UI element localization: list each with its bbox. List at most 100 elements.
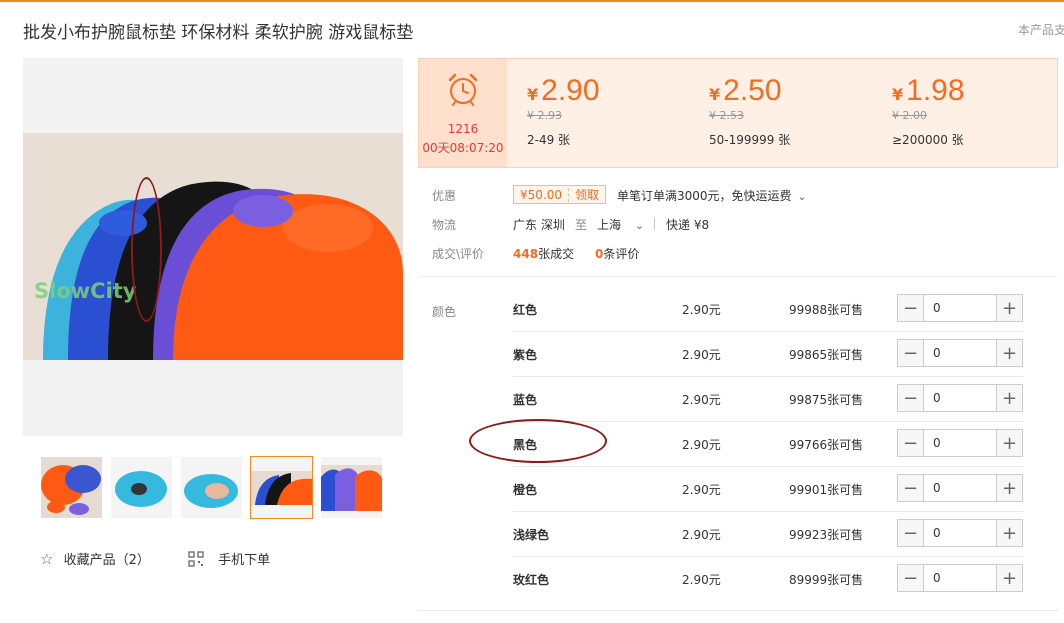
sku-stock: 99988张可售 [789, 303, 864, 317]
quantity-input[interactable] [925, 475, 995, 501]
sku-color-name: 蓝色 [513, 393, 538, 407]
coupon-badge[interactable]: ¥50.00 领取 [513, 185, 607, 204]
bottom-divider [418, 610, 1058, 611]
price-tier-1-quantity: 2-49 张 [527, 133, 571, 147]
price-tier-3: ¥1.98 ¥ 2.00 ≥200000 张 [892, 74, 1062, 148]
sku-price: 2.90元 [682, 393, 721, 407]
increment-button[interactable]: + [996, 430, 1022, 456]
sku-stock: 99766张可售 [789, 438, 864, 452]
sku-color-name: 红色 [513, 303, 538, 317]
quantity-stepper: − + [897, 474, 1023, 502]
price-tier-2-currency: ¥ [709, 85, 721, 104]
deals-label: 成交\评价 [432, 247, 485, 261]
decrement-button[interactable]: − [898, 295, 924, 321]
sku-color-name: 橙色 [513, 483, 538, 497]
sku-row-orange: 橙色 2.90元 99901张可售 − + [513, 467, 1023, 512]
sku-price: 2.90元 [682, 528, 721, 542]
sku-color-name: 紫色 [513, 348, 538, 362]
mobile-order-button[interactable]: 手机下单 [188, 549, 270, 571]
price-band: 1216 00天08:07:20 ¥2.90 ¥ 2.93 2-49 张 ¥2.… [418, 58, 1058, 168]
quantity-input[interactable] [925, 385, 995, 411]
price-tier-3-currency: ¥ [892, 85, 904, 104]
sku-color-label: 颜色 [432, 305, 457, 319]
thumb-5[interactable] [321, 457, 382, 518]
increment-button[interactable]: + [996, 385, 1022, 411]
thumb-3-image [181, 457, 242, 518]
product-title: 批发小布护腕鼠标垫 环保材料 柔软护腕 游戏鼠标垫 [23, 23, 414, 43]
sku-row-black: 黑色 2.90元 99766张可售 − + [513, 422, 1023, 467]
decrement-button[interactable]: − [898, 430, 924, 456]
flash-sale-countdown: 00天08:07:20 [422, 141, 504, 155]
quantity-stepper: − + [897, 429, 1023, 457]
decrement-button[interactable]: − [898, 385, 924, 411]
sku-stock: 99923张可售 [789, 528, 864, 542]
sku-color-name: 玫红色 [513, 573, 550, 587]
quantity-input[interactable] [925, 520, 995, 546]
reviews-unit: 条评价 [603, 247, 640, 261]
flash-sale-clock: 1216 00天08:07:20 [419, 59, 507, 167]
sku-row-light-green: 浅绿色 2.90元 99923张可售 − + [513, 512, 1023, 557]
price-tier-2-quantity: 50-199999 张 [709, 133, 791, 147]
sku-price: 2.90元 [682, 483, 721, 497]
promo-text-label: 单笔订单满3000元，免快运运费 [617, 189, 792, 203]
mousepad-stack-illustration [23, 133, 403, 360]
increment-button[interactable]: + [996, 565, 1022, 591]
ship-from: 广东 深圳 [513, 218, 565, 232]
deals-unit: 张成交 [538, 247, 575, 261]
quantity-input[interactable] [925, 565, 995, 591]
ship-to-selector[interactable]: 上海 ⌄ [597, 216, 644, 233]
thumb-2[interactable] [111, 457, 172, 518]
discount-label: 优惠 [432, 189, 457, 203]
alarm-clock-icon [445, 71, 481, 111]
quantity-input[interactable] [925, 430, 995, 456]
deals-count-link[interactable]: 448张成交 [513, 245, 574, 262]
price-tier-3-original: ¥ 2.00 [892, 109, 927, 122]
sku-price: 2.90元 [682, 573, 721, 587]
express-fee: 快递 ¥8 [666, 218, 710, 232]
sku-price: 2.90元 [682, 303, 721, 317]
main-product-image[interactable]: SlowCity [23, 58, 403, 436]
thumbnail-strip [41, 456, 383, 519]
divider [654, 217, 655, 230]
thumb-4[interactable] [250, 456, 313, 519]
sku-stock: 99865张可售 [789, 348, 864, 362]
price-tier-2-original: ¥ 2.53 [709, 109, 744, 122]
price-tier-1-currency: ¥ [527, 85, 539, 104]
favorite-button[interactable]: ☆ 收藏产品（2） [40, 549, 150, 568]
price-tier-3-price: 1.98 [906, 74, 965, 107]
increment-button[interactable]: + [996, 475, 1022, 501]
thumb-2-image [111, 457, 172, 518]
product-photo: SlowCity [23, 133, 403, 360]
ship-to-word: 至 [575, 218, 588, 232]
star-icon: ☆ [40, 550, 54, 568]
decrement-button[interactable]: − [898, 475, 924, 501]
increment-button[interactable]: + [996, 520, 1022, 546]
price-tier-2-price: 2.50 [723, 74, 782, 107]
sku-row-red: 红色 2.90元 99988张可售 − + [513, 287, 1023, 332]
logistics-label: 物流 [432, 218, 457, 232]
ship-to-location: 上海 [597, 218, 622, 232]
thumb-1[interactable] [41, 457, 102, 518]
quantity-input[interactable] [925, 340, 995, 366]
decrement-button[interactable]: − [898, 565, 924, 591]
top-accent-bar [0, 0, 1064, 2]
coupon-claim-button[interactable]: 领取 [569, 186, 605, 203]
quantity-stepper: − + [897, 564, 1023, 592]
promo-text[interactable]: 单笔订单满3000元，免快运运费 ⌄ [617, 187, 807, 204]
chevron-down-icon: ⌄ [797, 190, 807, 203]
sku-color-name: 浅绿色 [513, 528, 550, 542]
support-note: 本产品支 [1018, 23, 1064, 37]
increment-button[interactable]: + [996, 340, 1022, 366]
flash-sale-count: 1216 [447, 122, 479, 136]
section-divider [418, 276, 1058, 277]
decrement-button[interactable]: − [898, 520, 924, 546]
decrement-button[interactable]: − [898, 340, 924, 366]
sku-price: 2.90元 [682, 348, 721, 362]
quantity-stepper: − + [897, 384, 1023, 412]
thumb-3[interactable] [181, 457, 242, 518]
quantity-stepper: − + [897, 339, 1023, 367]
sku-stock: 99875张可售 [789, 393, 864, 407]
reviews-count-link[interactable]: 0条评价 [595, 245, 639, 262]
quantity-input[interactable] [925, 295, 995, 321]
increment-button[interactable]: + [996, 295, 1022, 321]
